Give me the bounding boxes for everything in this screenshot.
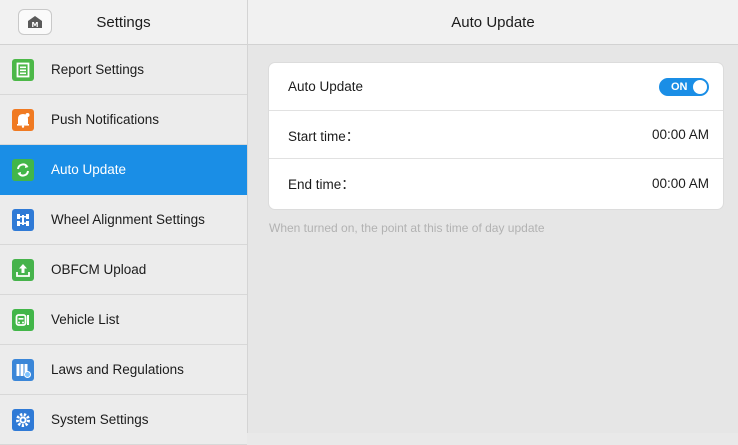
menu-item-wheel-alignment-settings[interactable]: Wheel Alignment Settings [0,195,247,245]
vehicle-list-icon [12,308,34,331]
settings-menu: Report Settings Push Notifications Auto … [0,45,247,445]
main-panel: Auto Update Auto Update ON Start time： 0… [248,0,738,433]
sidebar-title: Settings [96,13,151,31]
menu-item-vehicle-list[interactable]: Vehicle List [0,295,247,345]
alignment-icon [12,208,34,231]
end-time-value: 00:00 AM [651,175,709,191]
end-time-label: End time： [288,177,355,192]
law-book-icon [12,358,34,381]
menu-item-obfcm-upload[interactable]: OBFCM Upload [0,245,247,295]
end-time-row[interactable]: End time： 00:00 AM [269,159,723,207]
start-time-row[interactable]: Start time： 00:00 AM [269,111,723,159]
main-header: Auto Update [248,0,738,45]
sidebar: M Settings Report Settings Push Notifica… [0,0,248,445]
bell-icon [12,108,34,131]
auto-update-toggle[interactable]: ON [659,77,709,96]
menu-item-label: Vehicle List [51,312,120,327]
refresh-icon [12,158,34,181]
auto-update-hint: When turned on, the point at this time o… [269,221,545,235]
menu-item-label: Report Settings [51,62,145,77]
auto-update-label: Auto Update [288,79,364,94]
upload-icon [12,258,34,281]
menu-item-label: System Settings [51,412,149,427]
menu-item-label: Push Notifications [51,112,160,127]
menu-item-push-notifications[interactable]: Push Notifications [0,95,247,145]
menu-item-label: OBFCM Upload [51,262,147,277]
menu-item-report-settings[interactable]: Report Settings [0,45,247,95]
home-button[interactable]: M [18,9,52,35]
svg-text:M: M [32,21,39,29]
sidebar-header: M Settings [0,0,247,45]
menu-item-label: Auto Update [51,162,127,177]
start-time-value: 00:00 AM [651,127,709,142]
menu-item-label: Wheel Alignment Settings [51,212,205,227]
menu-item-system-settings[interactable]: System Settings [0,395,247,445]
auto-update-card: Auto Update ON Start time： 00:00 AM End … [269,63,723,209]
app-frame: M Settings Report Settings Push Notifica… [0,0,738,445]
menu-item-auto-update[interactable]: Auto Update [0,145,247,195]
menu-item-laws-and-regulations[interactable]: Laws and Regulations [0,345,247,395]
auto-update-row: Auto Update ON [269,63,723,111]
toggle-knob [692,78,708,95]
menu-item-label: Laws and Regulations [51,362,184,377]
gear-icon [12,408,34,431]
home-m-icon: M [28,16,42,29]
report-icon [12,58,34,81]
start-time-label: Start time： [288,128,360,144]
page-title: Auto Update [451,13,535,31]
toggle-state-label: ON [671,80,688,93]
